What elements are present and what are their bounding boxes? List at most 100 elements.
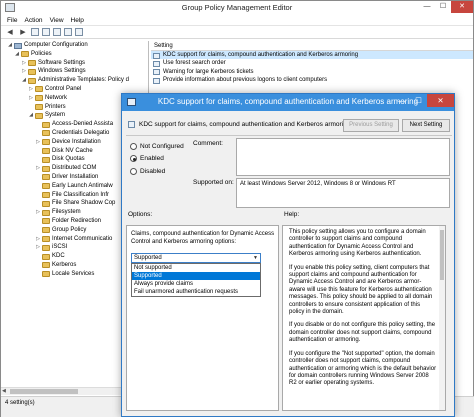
expand-arrow-icon[interactable]: ▷ [35, 235, 41, 244]
tree-item-label: Internet Communicatio [52, 235, 113, 242]
folder-icon [28, 60, 36, 67]
chevron-down-icon[interactable]: ▼ [251, 254, 260, 262]
main-window-title: Group Policy Management Editor [181, 3, 293, 12]
menu-file[interactable]: File [7, 17, 17, 24]
radio-enabled-label: Enabled [140, 155, 164, 162]
policy-setting-icon [153, 69, 160, 76]
collapse-arrow-icon[interactable]: ◢ [21, 76, 27, 85]
supported-on-value: At least Windows Server 2012, Windows 8 … [240, 181, 396, 187]
tree-item[interactable]: ▷ Software Settings [1, 59, 148, 68]
collapse-arrow-icon[interactable]: ◢ [28, 111, 34, 120]
scroll-left-icon[interactable]: ◀ [2, 388, 6, 395]
radio-enabled-circle[interactable] [130, 155, 137, 162]
radio-disabled-label: Disabled [140, 168, 166, 175]
close-button[interactable]: ✕ [451, 1, 473, 13]
maximize-button[interactable]: ☐ [435, 1, 451, 13]
collapse-arrow-icon[interactable]: ◢ [7, 41, 13, 50]
back-icon[interactable]: ◀ [5, 28, 15, 37]
folder-icon [42, 227, 50, 234]
minimize-button[interactable]: — [419, 1, 435, 13]
expand-arrow-icon[interactable]: ▷ [35, 243, 41, 252]
menu-help[interactable]: Help [71, 17, 84, 24]
folder-icon [28, 77, 36, 84]
setting-row[interactable]: Use forest search order [151, 59, 473, 67]
tree-item[interactable]: ◢ Policies [1, 50, 148, 59]
scroll-thumb[interactable] [10, 389, 78, 394]
folder-icon [35, 112, 43, 119]
collapse-arrow-icon[interactable]: ◢ [14, 50, 20, 59]
dialog-titlebar[interactable]: KDC support for claims, compound authent… [122, 94, 454, 111]
folder-icon [42, 130, 50, 137]
tree-item-label: File Classification Infr [52, 191, 110, 198]
dropdown-option[interactable]: Fail unarmored authentication requests [132, 288, 260, 296]
folder-icon [35, 95, 43, 102]
tree-item-label: Disk Quotas [52, 156, 85, 163]
dropdown-option[interactable]: Not supported [132, 264, 260, 272]
tree-item[interactable]: ▷ Windows Settings [1, 67, 148, 76]
tree-item-label: Control Panel [45, 85, 82, 92]
help-scrollbar[interactable] [439, 226, 445, 410]
expand-arrow-icon[interactable]: ▷ [35, 164, 41, 173]
dialog-close-button[interactable]: ✕ [427, 94, 454, 107]
expand-arrow-icon[interactable]: ▷ [35, 208, 41, 217]
folder-icon [42, 192, 50, 199]
previous-setting-button[interactable]: Previous Setting [343, 119, 399, 132]
tree-item-label: Access-Denied Assista [52, 121, 114, 128]
filter-icon[interactable] [75, 28, 83, 36]
expand-arrow-icon[interactable]: ▷ [28, 94, 34, 103]
tree-item-label: Disk NV Cache [52, 147, 93, 154]
tree-item-label: Distributed COM [52, 165, 97, 172]
dropdown-options-list[interactable]: Not supported Supported Always provide cla… [131, 263, 261, 297]
help-label: Help: [284, 211, 300, 218]
menu-action[interactable]: Action [24, 17, 42, 24]
forward-icon[interactable]: ▶ [18, 28, 28, 37]
radio-not-configured[interactable]: Not Configured [130, 143, 184, 150]
folder-icon [42, 200, 50, 207]
tree-item-label: Software Settings [38, 59, 86, 66]
radio-disabled-circle[interactable] [130, 168, 137, 175]
dropdown-option[interactable]: Supported [132, 272, 260, 280]
folder-icon [42, 121, 50, 128]
policy-setting-icon [153, 77, 160, 84]
help-scroll-thumb[interactable] [440, 230, 444, 280]
expand-arrow-icon[interactable]: ▷ [21, 59, 27, 68]
folder-icon [21, 51, 29, 58]
tree-item-label: Driver Installation [52, 173, 99, 180]
folder-icon [42, 148, 50, 155]
expand-arrow-icon[interactable]: ▷ [21, 67, 27, 76]
properties-icon[interactable] [42, 28, 50, 36]
armoring-option-dropdown[interactable]: Supported ▼ [131, 253, 261, 263]
radio-enabled[interactable]: Enabled [130, 155, 164, 162]
export-list-icon[interactable] [53, 28, 61, 36]
dialog-minimize-button[interactable]: — [393, 94, 410, 107]
comment-label: Comment: [193, 140, 223, 147]
show-hide-tree-icon[interactable] [31, 28, 39, 36]
help-panel: This policy setting allows you to config… [282, 225, 446, 411]
supported-on-label: Supported on: [193, 179, 234, 186]
tree-item-label: Policies [31, 50, 52, 57]
folder-icon [42, 253, 50, 260]
dropdown-option[interactable]: Always provide claims [132, 280, 260, 288]
tree-item-label: Kerberos [52, 261, 77, 268]
options-label: Options: [128, 211, 153, 218]
help-icon[interactable] [64, 28, 72, 36]
tree-item[interactable]: ◢ Computer Configuration [1, 41, 148, 50]
tree-item-label: System [45, 112, 66, 119]
tree-item-label: Folder Redirection [52, 217, 102, 224]
next-setting-button[interactable]: Next Setting [402, 119, 450, 132]
radio-disabled[interactable]: Disabled [130, 168, 165, 175]
expand-arrow-icon[interactable]: ▷ [35, 138, 41, 147]
expand-arrow-icon[interactable]: ▷ [28, 85, 34, 94]
setting-column-header[interactable]: Setting [151, 41, 473, 51]
comment-textarea[interactable] [236, 138, 450, 176]
tree-item-label: Network [45, 94, 68, 101]
main-titlebar[interactable]: Group Policy Management Editor — ☐ ✕ [1, 1, 473, 15]
setting-row[interactable]: Warning for large Kerberos tickets [151, 68, 473, 76]
dialog-maximize-button[interactable]: ☐ [410, 94, 427, 107]
menu-view[interactable]: View [50, 17, 64, 24]
supported-on-field: At least Windows Server 2012, Windows 8 … [236, 178, 450, 208]
radio-not-configured-circle[interactable] [130, 143, 137, 150]
setting-row[interactable]: Provide information about previous logon… [151, 76, 473, 84]
setting-row[interactable]: KDC support for claims, compound authent… [151, 51, 473, 60]
tree-item[interactable]: ◢ Administrative Templates: Policy d [1, 76, 148, 85]
